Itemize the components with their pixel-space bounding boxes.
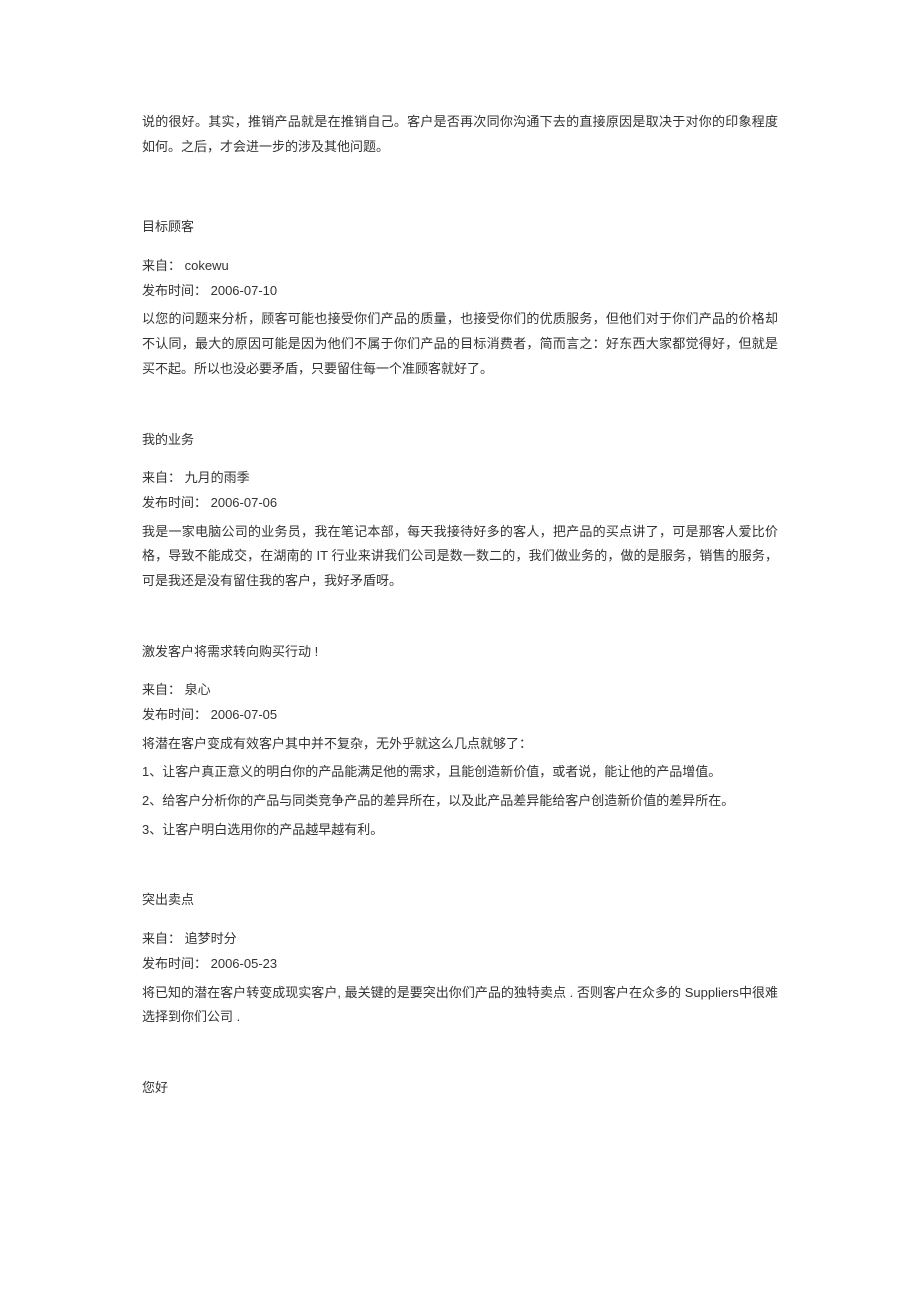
post-paragraph: 我是一家电脑公司的业务员，我在笔记本部，每天我接待好多的客人，把产品的买点讲了，… <box>142 520 778 594</box>
post-content: 将已知的潜在客户转变成现实客户, 最关键的是要突出你们产品的独特卖点 . 否则客… <box>142 981 778 1030</box>
post-from: 来自： cokewu <box>142 254 778 279</box>
post-title: 目标顾客 <box>142 215 778 240</box>
post-date: 发布时间： 2006-07-10 <box>142 279 778 304</box>
posts-container: 目标顾客 来自： cokewu发布时间： 2006-07-10以您的问题来分析，… <box>142 215 778 1100</box>
post-title: 我的业务 <box>142 428 778 453</box>
post-paragraph: 以您的问题来分析，顾客可能也接受你们产品的质量，也接受你们的优质服务，但他们对于… <box>142 307 778 381</box>
post-paragraph: 3、让客户明白选用你的产品越早越有利。 <box>142 818 778 843</box>
post-meta: 来自： 九月的雨季发布时间： 2006-07-06 <box>142 466 778 515</box>
post-paragraph: 将潜在客户变成有效客户其中并不复杂，无外乎就这么几点就够了： <box>142 732 778 757</box>
post: 您好 <box>142 1076 778 1101</box>
post-title: 突出卖点 <box>142 888 778 913</box>
post: 激发客户将需求转向购买行动 ! 来自： 泉心发布时间： 2006-07-05 将潜… <box>142 640 778 843</box>
post-date: 发布时间： 2006-05-23 <box>142 952 778 977</box>
post: 突出卖点 来自： 追梦时分发布时间： 2006-05-23 将已知的潜在客户转变成… <box>142 888 778 1029</box>
post-paragraph: 2、给客户分析你的产品与同类竞争产品的差异所在，以及此产品差异能给客户创造新价值… <box>142 789 778 814</box>
post-from: 来自： 追梦时分 <box>142 927 778 952</box>
document-page: 说的很好。其实，推销产品就是在推销自己。客户是否再次同你沟通下去的直接原因是取决… <box>0 0 920 1207</box>
post-paragraph: 1、让客户真正意义的明白你的产品能满足他的需求，且能创造新价值，或者说，能让他的… <box>142 760 778 785</box>
post-meta: 来自： 追梦时分发布时间： 2006-05-23 <box>142 927 778 976</box>
post-title: 激发客户将需求转向购买行动 ! <box>142 640 778 665</box>
post-paragraph: 将已知的潜在客户转变成现实客户, 最关键的是要突出你们产品的独特卖点 . 否则客… <box>142 981 778 1030</box>
post-content: 将潜在客户变成有效客户其中并不复杂，无外乎就这么几点就够了： 1、让客户真正意义的… <box>142 732 778 843</box>
post-meta: 来自： 泉心发布时间： 2006-07-05 <box>142 678 778 727</box>
post-date: 发布时间： 2006-07-05 <box>142 703 778 728</box>
post-from: 来自： 泉心 <box>142 678 778 703</box>
post-date: 发布时间： 2006-07-06 <box>142 491 778 516</box>
post-meta: 来自： cokewu发布时间： 2006-07-10 <box>142 254 778 303</box>
post-title: 您好 <box>142 1076 778 1101</box>
post: 我的业务 来自： 九月的雨季发布时间： 2006-07-06 我是一家电脑公司的业… <box>142 428 778 594</box>
post: 目标顾客 来自： cokewu发布时间： 2006-07-10以您的问题来分析，… <box>142 215 778 381</box>
post-from: 来自： 九月的雨季 <box>142 466 778 491</box>
intro-paragraph: 说的很好。其实，推销产品就是在推销自己。客户是否再次同你沟通下去的直接原因是取决… <box>142 110 778 159</box>
post-content: 我是一家电脑公司的业务员，我在笔记本部，每天我接待好多的客人，把产品的买点讲了，… <box>142 520 778 594</box>
post-content: 以您的问题来分析，顾客可能也接受你们产品的质量，也接受你们的优质服务，但他们对于… <box>142 307 778 381</box>
